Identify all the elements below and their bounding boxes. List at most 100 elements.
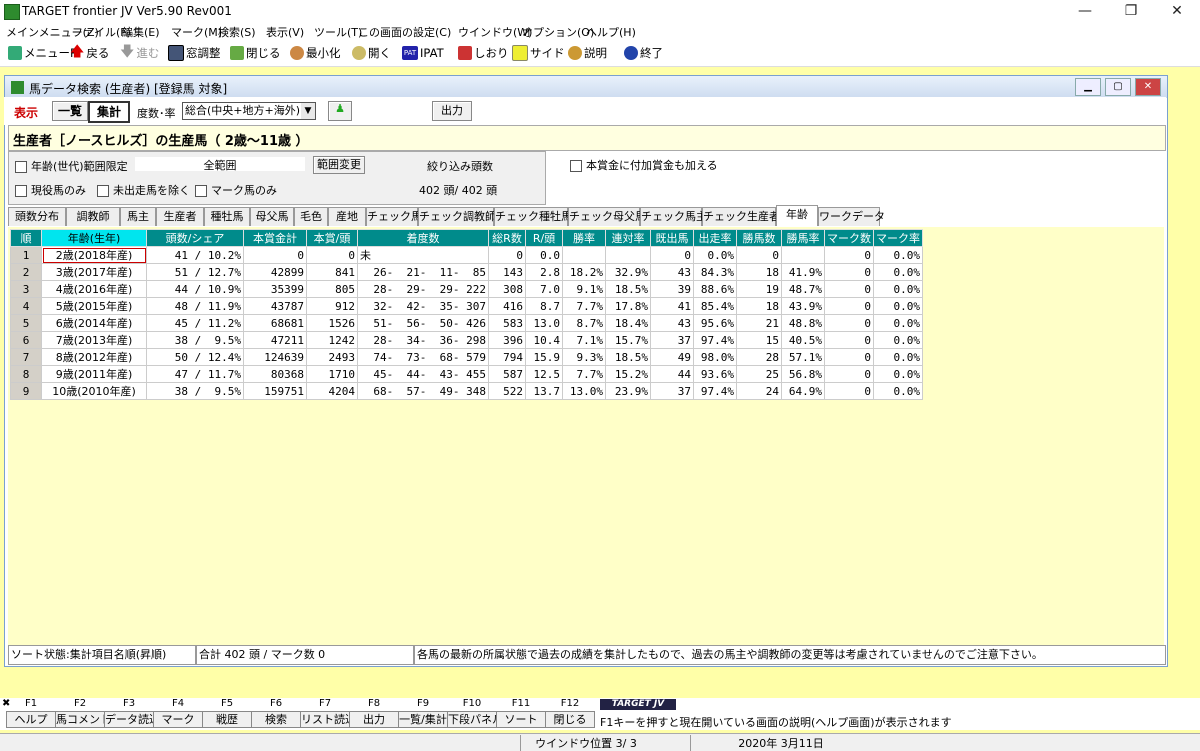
col-mark-rate[interactable]: マーク率 — [873, 229, 923, 247]
cell-finish-counts[interactable]: 45- 44- 43- 455 — [357, 365, 489, 383]
cell-races-per-head[interactable]: 10.4 — [525, 331, 563, 349]
col-finish-counts[interactable]: 着度数 — [357, 229, 489, 247]
col-place-rate[interactable]: 連対率 — [605, 229, 651, 247]
fkey-f6-button[interactable]: F6 検索 — [251, 698, 301, 728]
cell-prize-total[interactable]: 0 — [243, 246, 307, 264]
cell-total-races[interactable]: 416 — [488, 297, 526, 315]
fkey-f5-button[interactable]: F5 戦歴 — [202, 698, 252, 728]
menu-help[interactable]: ヘルプ(H) — [586, 24, 636, 40]
cell-total-races[interactable]: 308 — [488, 280, 526, 298]
cell-count-share[interactable]: 41 / 10.2% — [146, 246, 244, 264]
tab-trainer[interactable]: 調教師 — [66, 207, 120, 226]
cell-start-rate[interactable]: 88.6% — [693, 280, 737, 298]
cell-age[interactable]: 4歳(2016年産) — [41, 280, 147, 298]
cell-count-share[interactable]: 51 / 12.7% — [146, 263, 244, 281]
cell-mark-count[interactable]: 0 — [824, 280, 874, 298]
fkey-f8-button[interactable]: F8 出力 — [349, 698, 399, 728]
cell-rank[interactable]: 9 — [10, 382, 42, 400]
cell-winners[interactable]: 28 — [736, 348, 782, 366]
cell-races-per-head[interactable]: 7.0 — [525, 280, 563, 298]
child-minimize-button[interactable]: ▁ — [1075, 78, 1101, 96]
cell-place-rate[interactable]: 18.4% — [605, 314, 651, 332]
cell-total-races[interactable]: 587 — [488, 365, 526, 383]
menu-p-button[interactable]: メニューP — [8, 44, 77, 62]
cell-mark-rate[interactable]: 0.0% — [873, 297, 923, 315]
close-button[interactable]: ✕ — [1154, 0, 1200, 22]
cell-prize-per-head[interactable]: 841 — [306, 263, 358, 281]
table-row[interactable]: 8 9歳(2011年産) 47 / 11.7% 80368 1710 45- 44- 43… — [10, 365, 923, 383]
tab-owner[interactable]: 馬主 — [120, 207, 156, 226]
window-adjust-button[interactable]: 窓調整 — [168, 44, 221, 62]
tab-sire[interactable]: 種牡馬 — [204, 207, 250, 226]
table-row[interactable]: 4 5歳(2015年産) 48 / 11.9% 43787 912 32- 42- 35-… — [10, 297, 923, 315]
table-row[interactable]: 7 8歳(2012年産) 50 / 12.4% 124639 2493 74- 73- 6… — [10, 348, 923, 366]
cell-mark-rate[interactable]: 0.0% — [873, 263, 923, 281]
person-button[interactable]: ♟ — [328, 101, 352, 121]
tab-check-breeder[interactable]: チェック生産者 — [702, 207, 780, 226]
cell-win-rate[interactable]: 9.1% — [562, 280, 606, 298]
cell-finish-counts[interactable]: 未 — [357, 246, 489, 264]
cell-prize-per-head[interactable]: 0 — [306, 246, 358, 264]
child-maximize-button[interactable]: ▢ — [1105, 78, 1131, 96]
menu-screen-settings[interactable]: この画面の設定(C) — [358, 24, 451, 40]
cell-winners[interactable]: 18 — [736, 263, 782, 281]
fkey-f11-button[interactable]: F11 ソート — [496, 698, 546, 728]
list-view-button[interactable]: 一覧 — [52, 101, 88, 121]
cell-mark-rate[interactable]: 0.0% — [873, 382, 923, 400]
bookmark-button[interactable]: しおり — [458, 44, 509, 62]
menu-tools[interactable]: ツール(T) — [314, 24, 362, 40]
cell-raced-horses[interactable]: 37 — [650, 331, 694, 349]
cell-prize-per-head[interactable]: 912 — [306, 297, 358, 315]
cell-total-races[interactable]: 583 — [488, 314, 526, 332]
side-button[interactable]: サイド — [512, 44, 565, 62]
cell-start-rate[interactable]: 97.4% — [693, 331, 737, 349]
cell-total-races[interactable]: 522 — [488, 382, 526, 400]
back-button[interactable]: 🡅 戻る — [70, 44, 109, 62]
cell-raced-horses[interactable]: 37 — [650, 382, 694, 400]
forward-button[interactable]: 🡇 進む — [120, 44, 159, 62]
tab-check-horse[interactable]: チェック馬 — [366, 207, 422, 226]
menu-edit[interactable]: 編集(E) — [122, 24, 160, 40]
col-prize-per-head[interactable]: 本賞/頭 — [306, 229, 358, 247]
cell-age[interactable]: 5歳(2015年産) — [41, 297, 147, 315]
cell-finish-counts[interactable]: 28- 34- 36- 298 — [357, 331, 489, 349]
cell-mark-rate[interactable]: 0.0% — [873, 280, 923, 298]
cell-races-per-head[interactable]: 13.7 — [525, 382, 563, 400]
cell-place-rate[interactable]: 18.5% — [605, 280, 651, 298]
cell-raced-horses[interactable]: 0 — [650, 246, 694, 264]
cell-start-rate[interactable]: 84.3% — [693, 263, 737, 281]
cell-mark-count[interactable]: 0 — [824, 382, 874, 400]
tab-check-damsire[interactable]: チェック母父馬 — [568, 207, 646, 226]
cell-mark-count[interactable]: 0 — [824, 297, 874, 315]
cell-count-share[interactable]: 44 / 10.9% — [146, 280, 244, 298]
cell-prize-total[interactable]: 42899 — [243, 263, 307, 281]
cell-winner-rate[interactable]: 48.7% — [781, 280, 825, 298]
fkey-f4-button[interactable]: F4 マーク — [153, 698, 203, 728]
cell-rank[interactable]: 4 — [10, 297, 42, 315]
fkey-f3-button[interactable]: F3 データ読込 — [104, 698, 154, 728]
tab-check-trainer[interactable]: チェック調教師 — [418, 207, 496, 226]
exit-button[interactable]: 終了 — [624, 44, 663, 62]
tab-check-sire[interactable]: チェック種牡馬 — [494, 207, 572, 226]
explain-button[interactable]: 説明 — [568, 44, 607, 62]
cell-rank[interactable]: 8 — [10, 365, 42, 383]
col-prize-total[interactable]: 本賞金計 — [243, 229, 307, 247]
cell-mark-rate[interactable]: 0.0% — [873, 314, 923, 332]
cell-winners[interactable]: 24 — [736, 382, 782, 400]
cell-age[interactable]: 3歳(2017年産) — [41, 263, 147, 281]
cell-age[interactable]: 2歳(2018年産) — [41, 246, 147, 264]
cell-finish-counts[interactable]: 28- 29- 29- 222 — [357, 280, 489, 298]
cell-races-per-head[interactable]: 0.0 — [525, 246, 563, 264]
cell-prize-total[interactable]: 124639 — [243, 348, 307, 366]
scope-select[interactable]: 総合(中央+地方+海外) ▼ — [182, 102, 316, 120]
cell-prize-total[interactable]: 43787 — [243, 297, 307, 315]
menu-mark[interactable]: マーク(M) — [171, 24, 222, 40]
cell-finish-counts[interactable]: 32- 42- 35- 307 — [357, 297, 489, 315]
cell-prize-total[interactable]: 68681 — [243, 314, 307, 332]
cell-start-rate[interactable]: 93.6% — [693, 365, 737, 383]
cell-raced-horses[interactable]: 49 — [650, 348, 694, 366]
cell-races-per-head[interactable]: 13.0 — [525, 314, 563, 332]
cell-count-share[interactable]: 47 / 11.7% — [146, 365, 244, 383]
cell-rank[interactable]: 7 — [10, 348, 42, 366]
cell-winner-rate[interactable]: 43.9% — [781, 297, 825, 315]
